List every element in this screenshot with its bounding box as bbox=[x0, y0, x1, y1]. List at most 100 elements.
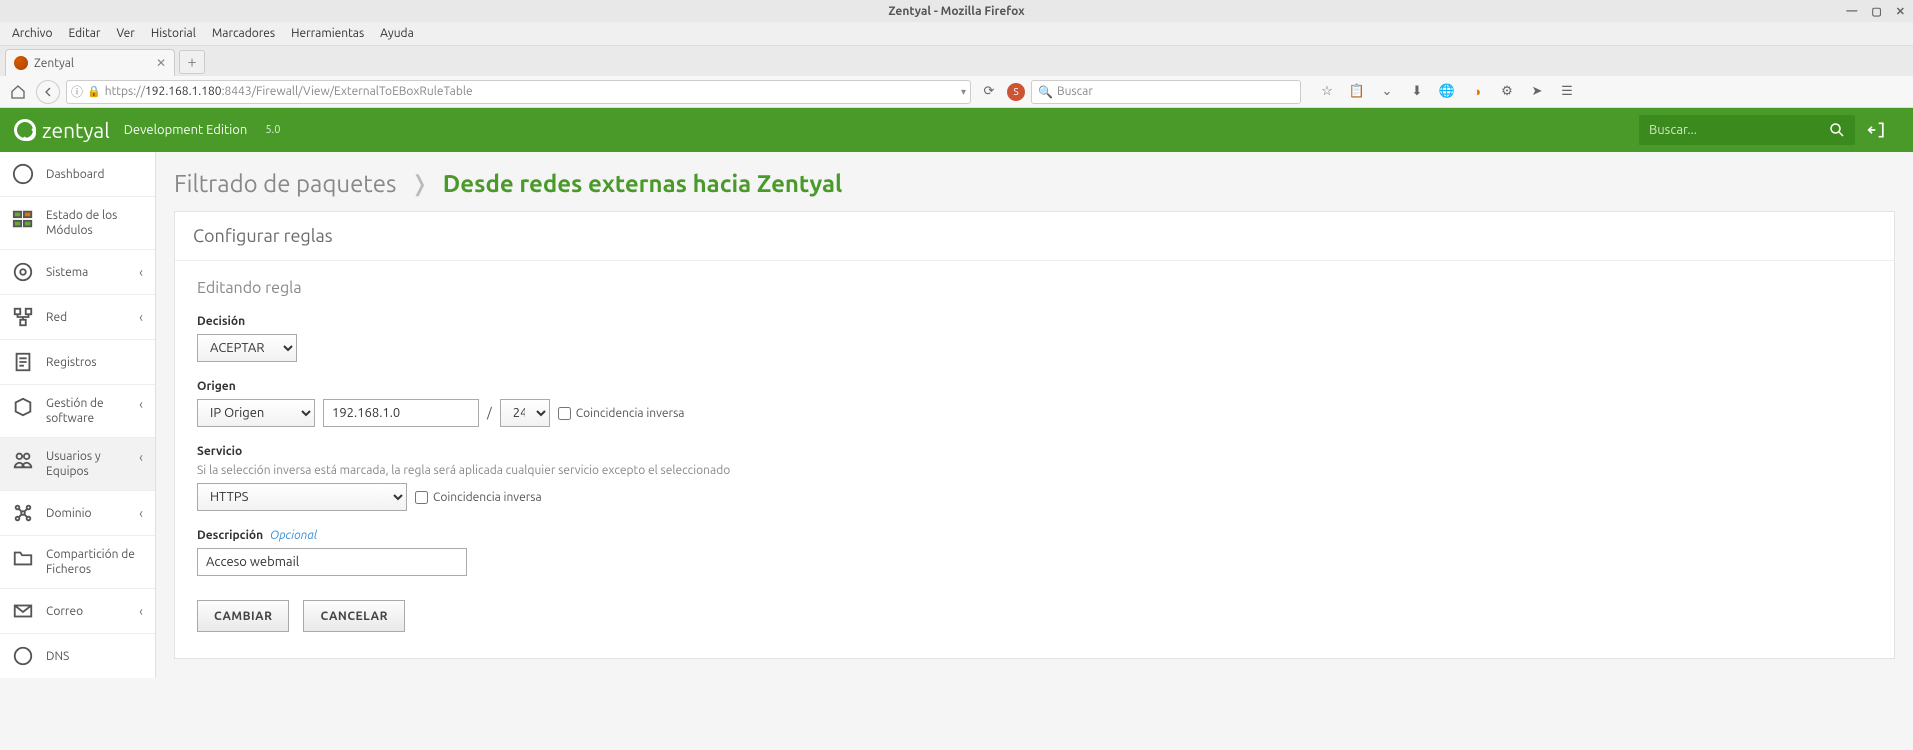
reload-button[interactable]: ⟳ bbox=[977, 84, 1001, 99]
logout-button[interactable] bbox=[1855, 108, 1899, 152]
sidebar-item-label: Dashboard bbox=[46, 167, 143, 182]
home-button[interactable] bbox=[6, 80, 30, 104]
menu-herramientas[interactable]: Herramientas bbox=[285, 25, 370, 42]
bookmark-star-icon[interactable]: ☆ bbox=[1317, 82, 1337, 102]
sidebar-item-label: DNS bbox=[46, 649, 143, 664]
module-status-icon bbox=[12, 208, 34, 230]
dns-icon bbox=[12, 645, 34, 667]
window-close-button[interactable]: ✕ bbox=[1896, 5, 1905, 18]
share-folder-icon bbox=[12, 547, 34, 569]
servicio-select[interactable]: HTTPS bbox=[197, 483, 407, 511]
sidebar-item-label: Dominio bbox=[46, 506, 127, 521]
gear-icon bbox=[12, 261, 34, 283]
pocket-icon[interactable]: ⌄ bbox=[1377, 82, 1397, 102]
origen-mask-select[interactable]: 24 bbox=[500, 399, 550, 427]
decision-label: Decisión bbox=[197, 315, 1872, 328]
menu-ayuda[interactable]: Ayuda bbox=[374, 25, 420, 42]
sidebar-item-label: Correo bbox=[46, 604, 127, 619]
sidebar-item-software[interactable]: Gestión de software ‹ bbox=[0, 385, 155, 438]
sidebar-item-label: Sistema bbox=[46, 265, 127, 280]
origen-label: Origen bbox=[197, 380, 1872, 393]
globe-icon[interactable]: 🌐 bbox=[1437, 82, 1457, 102]
descripcion-label: Descripción Opcional bbox=[197, 529, 1872, 542]
settings-gear-icon[interactable]: ⚙ bbox=[1497, 82, 1517, 102]
browser-search-box[interactable]: 🔍 Buscar bbox=[1031, 80, 1301, 104]
breadcrumb-current: Desde redes externas hacia Zentyal bbox=[443, 170, 843, 197]
sidebar-item-module-status[interactable]: Estado de los Módulos bbox=[0, 197, 155, 250]
sidebar-item-usuarios[interactable]: Usuarios y Equipos ‹ bbox=[0, 438, 155, 491]
sidebar-item-label: Gestión de software bbox=[46, 396, 127, 426]
field-descripcion: Descripción Opcional bbox=[197, 529, 1872, 576]
chevron-left-icon: ‹ bbox=[139, 309, 143, 325]
sidebar-item-registros[interactable]: Registros bbox=[0, 340, 155, 385]
servicio-inverse-checkbox-label[interactable]: Coincidencia inversa bbox=[415, 491, 542, 504]
menu-editar[interactable]: Editar bbox=[63, 25, 107, 42]
app-search-input[interactable] bbox=[1639, 115, 1819, 145]
cancel-button[interactable]: CANCELAR bbox=[303, 600, 404, 632]
chevron-left-icon: ‹ bbox=[139, 505, 143, 521]
sidebar-item-comparticion[interactable]: Compartición de Ficheros bbox=[0, 536, 155, 589]
window-maximize-button[interactable]: ▢ bbox=[1871, 5, 1881, 18]
servicio-hint: Si la selección inversa está marcada, la… bbox=[197, 464, 1872, 477]
chevron-left-icon: ‹ bbox=[139, 264, 143, 280]
downloads-icon[interactable]: ⬇ bbox=[1407, 82, 1427, 102]
menu-archivo[interactable]: Archivo bbox=[6, 25, 59, 42]
domain-icon bbox=[12, 502, 34, 524]
new-tab-button[interactable]: + bbox=[179, 50, 205, 74]
window-title: Zentyal - Mozilla Firefox bbox=[888, 5, 1024, 18]
origen-inverse-checkbox-label[interactable]: Coincidencia inversa bbox=[558, 407, 685, 420]
noscript-icon[interactable]: S bbox=[1007, 83, 1025, 101]
window-minimize-button[interactable]: — bbox=[1846, 5, 1857, 18]
mail-icon bbox=[12, 600, 34, 622]
browser-tab[interactable]: Zentyal ✕ bbox=[5, 49, 175, 76]
sidebar-item-correo[interactable]: Correo ‹ bbox=[0, 589, 155, 634]
optional-tag: Opcional bbox=[270, 529, 317, 542]
back-button[interactable] bbox=[36, 80, 60, 104]
origen-ip-input[interactable] bbox=[323, 399, 479, 427]
dashboard-icon bbox=[12, 163, 34, 185]
servicio-label: Servicio bbox=[197, 445, 1872, 458]
zentyal-logo-icon bbox=[14, 119, 36, 141]
send-icon[interactable]: ➤ bbox=[1527, 82, 1547, 102]
sidebar-item-label: Estado de los Módulos bbox=[46, 208, 143, 238]
app-search-button[interactable] bbox=[1819, 115, 1855, 145]
tab-title: Zentyal bbox=[34, 57, 74, 70]
chevron-left-icon: ‹ bbox=[139, 396, 143, 412]
hamburger-menu-icon[interactable]: ☰ bbox=[1557, 82, 1577, 102]
origen-inverse-checkbox[interactable] bbox=[558, 407, 571, 420]
servicio-inverse-checkbox[interactable] bbox=[415, 491, 428, 504]
breadcrumb-root[interactable]: Filtrado de paquetes bbox=[174, 170, 396, 197]
search-icon: 🔍 bbox=[1038, 85, 1053, 99]
brand-version: 5.0 bbox=[265, 124, 280, 136]
sidebar-item-red[interactable]: Red ‹ bbox=[0, 295, 155, 340]
menu-marcadores[interactable]: Marcadores bbox=[206, 25, 281, 42]
decision-select[interactable]: ACEPTAR bbox=[197, 334, 297, 362]
descripcion-input[interactable] bbox=[197, 548, 467, 576]
field-decision: Decisión ACEPTAR bbox=[197, 315, 1872, 362]
brand-name: zentyal bbox=[42, 118, 110, 142]
menu-ver[interactable]: Ver bbox=[110, 25, 140, 42]
url-dropdown-icon[interactable]: ▾ bbox=[961, 86, 966, 98]
addon-icon[interactable]: ◑ bbox=[1467, 82, 1487, 102]
sidebar-item-sistema[interactable]: Sistema ‹ bbox=[0, 250, 155, 295]
sidebar-item-dns[interactable]: DNS bbox=[0, 634, 155, 678]
sidebar-item-dashboard[interactable]: Dashboard bbox=[0, 152, 155, 197]
servicio-inverse-text: Coincidencia inversa bbox=[433, 491, 542, 504]
app-header: zentyal Development Edition 5.0 bbox=[0, 108, 1913, 152]
sidebar: Dashboard Estado de los Módulos Sistema … bbox=[0, 152, 156, 678]
clipboard-icon[interactable]: 📋 bbox=[1347, 82, 1367, 102]
logs-icon bbox=[12, 351, 34, 373]
sidebar-item-dominio[interactable]: Dominio ‹ bbox=[0, 491, 155, 536]
field-origen: Origen IP Origen / 24 Coincidencia inver… bbox=[197, 380, 1872, 427]
identity-info-icon[interactable]: ⓘ bbox=[71, 83, 83, 100]
submit-button[interactable]: CAMBIAR bbox=[197, 600, 289, 632]
rules-panel: Configurar reglas Editando regla Decisió… bbox=[174, 211, 1895, 659]
menu-historial[interactable]: Historial bbox=[145, 25, 202, 42]
tab-close-button[interactable]: ✕ bbox=[156, 56, 166, 70]
url-bar[interactable]: ⓘ 🔒 https://192.168.1.180:8443/Firewall/… bbox=[66, 80, 971, 104]
origen-inverse-text: Coincidencia inversa bbox=[576, 407, 685, 420]
origen-type-select[interactable]: IP Origen bbox=[197, 399, 315, 427]
url-text: https://192.168.1.180:8443/Firewall/View… bbox=[105, 85, 957, 98]
browser-menubar: Archivo Editar Ver Historial Marcadores … bbox=[0, 22, 1913, 46]
panel-title: Configurar reglas bbox=[175, 212, 1894, 261]
